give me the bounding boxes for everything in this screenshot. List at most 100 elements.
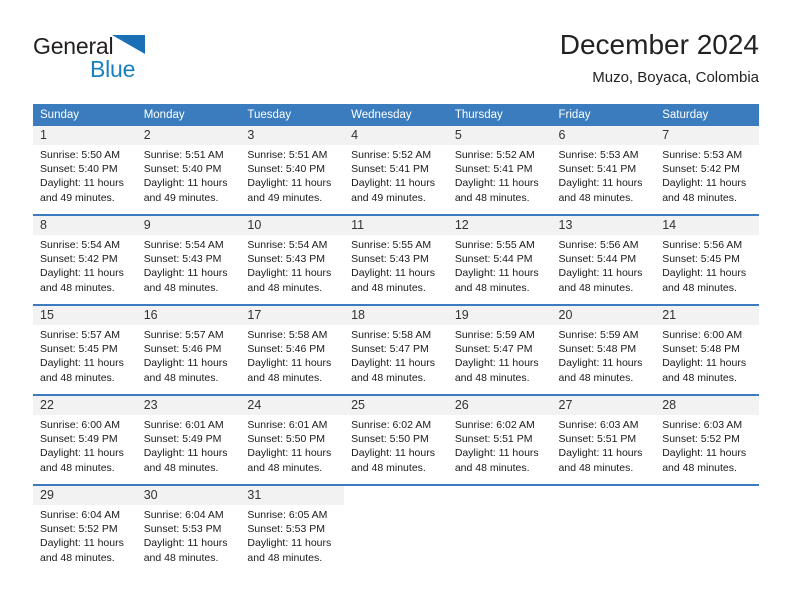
calendar-day-cell[interactable]: 17 Sunrise: 5:58 AM Sunset: 5:46 PM Dayligh… bbox=[240, 306, 345, 394]
day-number: 15 bbox=[33, 306, 137, 325]
calendar-day-cell[interactable]: 15 Sunrise: 5:57 AM Sunset: 5:45 PM Dayligh… bbox=[33, 306, 137, 394]
sunrise-text: Sunrise: 5:54 AM bbox=[247, 239, 328, 251]
sunset-text: Sunset: 5:52 PM bbox=[662, 433, 740, 446]
sunset-text: Sunset: 5:47 PM bbox=[351, 343, 429, 356]
sunset-text: Sunset: 5:43 PM bbox=[143, 253, 222, 266]
day-details: Sunrise: 6:04 AM Sunset: 5:52 PM Daylight:… bbox=[33, 505, 137, 565]
sunset-text: Sunset: 5:46 PM bbox=[143, 343, 222, 356]
daylight-text-line1: Daylight: 11 hours bbox=[351, 267, 435, 280]
calendar-day-cell[interactable]: 9 Sunrise: 5:54 AM Sunset: 5:43 PM Daylight… bbox=[136, 216, 241, 304]
daylight-text-line1: Daylight: 11 hours bbox=[454, 447, 539, 460]
calendar-day-cell[interactable]: 27 Sunrise: 6:03 AM Sunset: 5:51 PM Dayligh… bbox=[551, 396, 656, 484]
calendar-day-cell[interactable]: 26 Sunrise: 6:02 AM Sunset: 5:51 PM Dayligh… bbox=[447, 396, 552, 484]
daylight-text-line1: Daylight: 11 hours bbox=[558, 447, 643, 460]
day-number: 7 bbox=[655, 126, 759, 145]
calendar-day-cell[interactable]: 8 Sunrise: 5:54 AM Sunset: 5:42 PM Daylight… bbox=[33, 216, 137, 304]
sunrise-text: Sunrise: 6:03 AM bbox=[662, 419, 743, 431]
calendar-day-cell[interactable]: 25 Sunrise: 6:02 AM Sunset: 5:50 PM Dayligh… bbox=[344, 396, 448, 484]
sunrise-text: Sunrise: 5:59 AM bbox=[558, 329, 639, 341]
day-details: Sunrise: 6:01 AM Sunset: 5:50 PM Daylight:… bbox=[240, 415, 344, 475]
sunrise-text: Sunrise: 5:51 AM bbox=[143, 149, 224, 161]
day-number: 19 bbox=[447, 306, 552, 325]
daylight-text-line1: Daylight: 11 hours bbox=[662, 267, 747, 280]
day-number: 18 bbox=[344, 306, 448, 325]
calendar-week-row: 29 Sunrise: 6:04 AM Sunset: 5:52 PM Dayligh… bbox=[33, 484, 759, 574]
daylight-text-line2: and 49 minutes. bbox=[247, 191, 323, 204]
calendar-day-cell[interactable]: 18 Sunrise: 5:58 AM Sunset: 5:47 PM Dayligh… bbox=[344, 306, 448, 394]
weekday-header-wednesday: Wednesday bbox=[344, 104, 448, 126]
daylight-text-line2: and 48 minutes. bbox=[662, 461, 737, 474]
day-details: Sunrise: 5:54 AM Sunset: 5:43 PM Daylight:… bbox=[240, 235, 344, 295]
daylight-text-line1: Daylight: 11 hours bbox=[247, 537, 332, 550]
daylight-text-line2: and 49 minutes. bbox=[143, 191, 219, 204]
sunrise-text: Sunrise: 5:52 AM bbox=[351, 149, 432, 161]
calendar-day-cell[interactable]: 3 Sunrise: 5:51 AM Sunset: 5:40 PM Daylight… bbox=[240, 126, 345, 214]
sunset-text: Sunset: 5:49 PM bbox=[40, 433, 118, 446]
day-number: 25 bbox=[344, 396, 448, 415]
calendar-day-cell[interactable]: 12 Sunrise: 5:55 AM Sunset: 5:44 PM Dayligh… bbox=[447, 216, 552, 304]
calendar-day-cell[interactable]: 20 Sunrise: 5:59 AM Sunset: 5:48 PM Dayligh… bbox=[551, 306, 656, 394]
calendar-day-cell[interactable]: 7 Sunrise: 5:53 AM Sunset: 5:42 PM Daylight… bbox=[655, 126, 759, 214]
sunset-text: Sunset: 5:48 PM bbox=[662, 343, 740, 356]
calendar-day-cell[interactable]: 22 Sunrise: 6:00 AM Sunset: 5:49 PM Dayligh… bbox=[33, 396, 137, 484]
calendar-day-cell[interactable]: 19 Sunrise: 5:59 AM Sunset: 5:47 PM Dayligh… bbox=[447, 306, 552, 394]
calendar-day-cell[interactable]: 23 Sunrise: 6:01 AM Sunset: 5:49 PM Dayligh… bbox=[136, 396, 241, 484]
calendar-day-cell[interactable]: 24 Sunrise: 6:01 AM Sunset: 5:50 PM Dayligh… bbox=[240, 396, 345, 484]
calendar-day-cell[interactable]: 30 Sunrise: 6:04 AM Sunset: 5:53 PM Dayligh… bbox=[136, 486, 241, 574]
calendar-day-cell[interactable]: 1 Sunrise: 5:50 AM Sunset: 5:40 PM Daylight… bbox=[33, 126, 137, 214]
daylight-text-line1: Daylight: 11 hours bbox=[454, 177, 539, 190]
sunset-text: Sunset: 5:41 PM bbox=[351, 163, 429, 176]
daylight-text-line2: and 48 minutes. bbox=[40, 461, 115, 474]
daylight-text-line1: Daylight: 11 hours bbox=[143, 267, 228, 280]
day-number: 24 bbox=[240, 396, 345, 415]
sunset-text: Sunset: 5:48 PM bbox=[558, 343, 637, 356]
calendar-day-cell[interactable]: 16 Sunrise: 5:57 AM Sunset: 5:46 PM Dayligh… bbox=[136, 306, 241, 394]
day-details: Sunrise: 6:02 AM Sunset: 5:50 PM Daylight:… bbox=[344, 415, 448, 475]
sunset-text: Sunset: 5:42 PM bbox=[40, 253, 118, 266]
calendar-day-cell[interactable]: 29 Sunrise: 6:04 AM Sunset: 5:52 PM Dayligh… bbox=[33, 486, 137, 574]
sunrise-text: Sunrise: 5:53 AM bbox=[662, 149, 743, 161]
day-number: 26 bbox=[447, 396, 552, 415]
daylight-text-line2: and 48 minutes. bbox=[662, 191, 737, 204]
daylight-text-line2: and 48 minutes. bbox=[143, 461, 219, 474]
day-number: 23 bbox=[136, 396, 241, 415]
calendar-day-cell[interactable]: 4 Sunrise: 5:52 AM Sunset: 5:41 PM Daylight… bbox=[344, 126, 448, 214]
day-details: Sunrise: 6:05 AM Sunset: 5:53 PM Daylight:… bbox=[240, 505, 344, 565]
day-number: 20 bbox=[551, 306, 656, 325]
sunset-text: Sunset: 5:43 PM bbox=[351, 253, 429, 266]
sunrise-text: Sunrise: 5:55 AM bbox=[454, 239, 535, 251]
day-details: Sunrise: 5:52 AM Sunset: 5:41 PM Daylight:… bbox=[344, 145, 448, 205]
sunset-text: Sunset: 5:45 PM bbox=[40, 343, 118, 356]
calendar-day-cell[interactable]: 31 Sunrise: 6:05 AM Sunset: 5:53 PM Dayligh… bbox=[240, 486, 345, 574]
day-number: 29 bbox=[33, 486, 137, 505]
brand-logo[interactable]: General Blue bbox=[33, 32, 273, 92]
day-number: 16 bbox=[136, 306, 241, 325]
daylight-text-line1: Daylight: 11 hours bbox=[40, 267, 124, 280]
calendar-day-cell-empty bbox=[655, 486, 759, 574]
daylight-text-line1: Daylight: 11 hours bbox=[454, 267, 539, 280]
sunrise-text: Sunrise: 6:01 AM bbox=[247, 419, 328, 431]
calendar-day-cell[interactable]: 14 Sunrise: 5:56 AM Sunset: 5:45 PM Dayligh… bbox=[655, 216, 759, 304]
day-details: Sunrise: 5:58 AM Sunset: 5:46 PM Daylight:… bbox=[240, 325, 344, 385]
daylight-text-line1: Daylight: 11 hours bbox=[351, 447, 435, 460]
daylight-text-line2: and 48 minutes. bbox=[454, 191, 530, 204]
weekday-header-monday: Monday bbox=[136, 104, 241, 126]
daylight-text-line2: and 48 minutes. bbox=[247, 461, 323, 474]
day-details: Sunrise: 5:53 AM Sunset: 5:41 PM Daylight:… bbox=[552, 145, 656, 205]
page-header: General Blue December 2024 Muzo, Boyaca,… bbox=[33, 28, 759, 100]
sunrise-text: Sunrise: 5:56 AM bbox=[662, 239, 743, 251]
weekday-header-sunday: Sunday bbox=[33, 104, 137, 126]
daylight-text-line1: Daylight: 11 hours bbox=[247, 357, 332, 370]
calendar-day-cell[interactable]: 2 Sunrise: 5:51 AM Sunset: 5:40 PM Daylight… bbox=[136, 126, 241, 214]
calendar-day-cell[interactable]: 5 Sunrise: 5:52 AM Sunset: 5:41 PM Daylight… bbox=[447, 126, 552, 214]
calendar-day-cell[interactable]: 11 Sunrise: 5:55 AM Sunset: 5:43 PM Dayligh… bbox=[344, 216, 448, 304]
weekday-header-thursday: Thursday bbox=[447, 104, 552, 126]
day-details: Sunrise: 6:00 AM Sunset: 5:49 PM Daylight:… bbox=[33, 415, 137, 475]
calendar-day-cell[interactable]: 10 Sunrise: 5:54 AM Sunset: 5:43 PM Dayligh… bbox=[240, 216, 345, 304]
calendar-day-cell[interactable]: 28 Sunrise: 6:03 AM Sunset: 5:52 PM Dayligh… bbox=[655, 396, 759, 484]
calendar-day-cell[interactable]: 13 Sunrise: 5:56 AM Sunset: 5:44 PM Dayligh… bbox=[551, 216, 656, 304]
day-details: Sunrise: 5:51 AM Sunset: 5:40 PM Daylight:… bbox=[137, 145, 241, 205]
calendar-day-cell[interactable]: 21 Sunrise: 6:00 AM Sunset: 5:48 PM Dayligh… bbox=[655, 306, 759, 394]
calendar-day-cell[interactable]: 6 Sunrise: 5:53 AM Sunset: 5:41 PM Daylight… bbox=[551, 126, 656, 214]
day-number bbox=[448, 486, 552, 505]
